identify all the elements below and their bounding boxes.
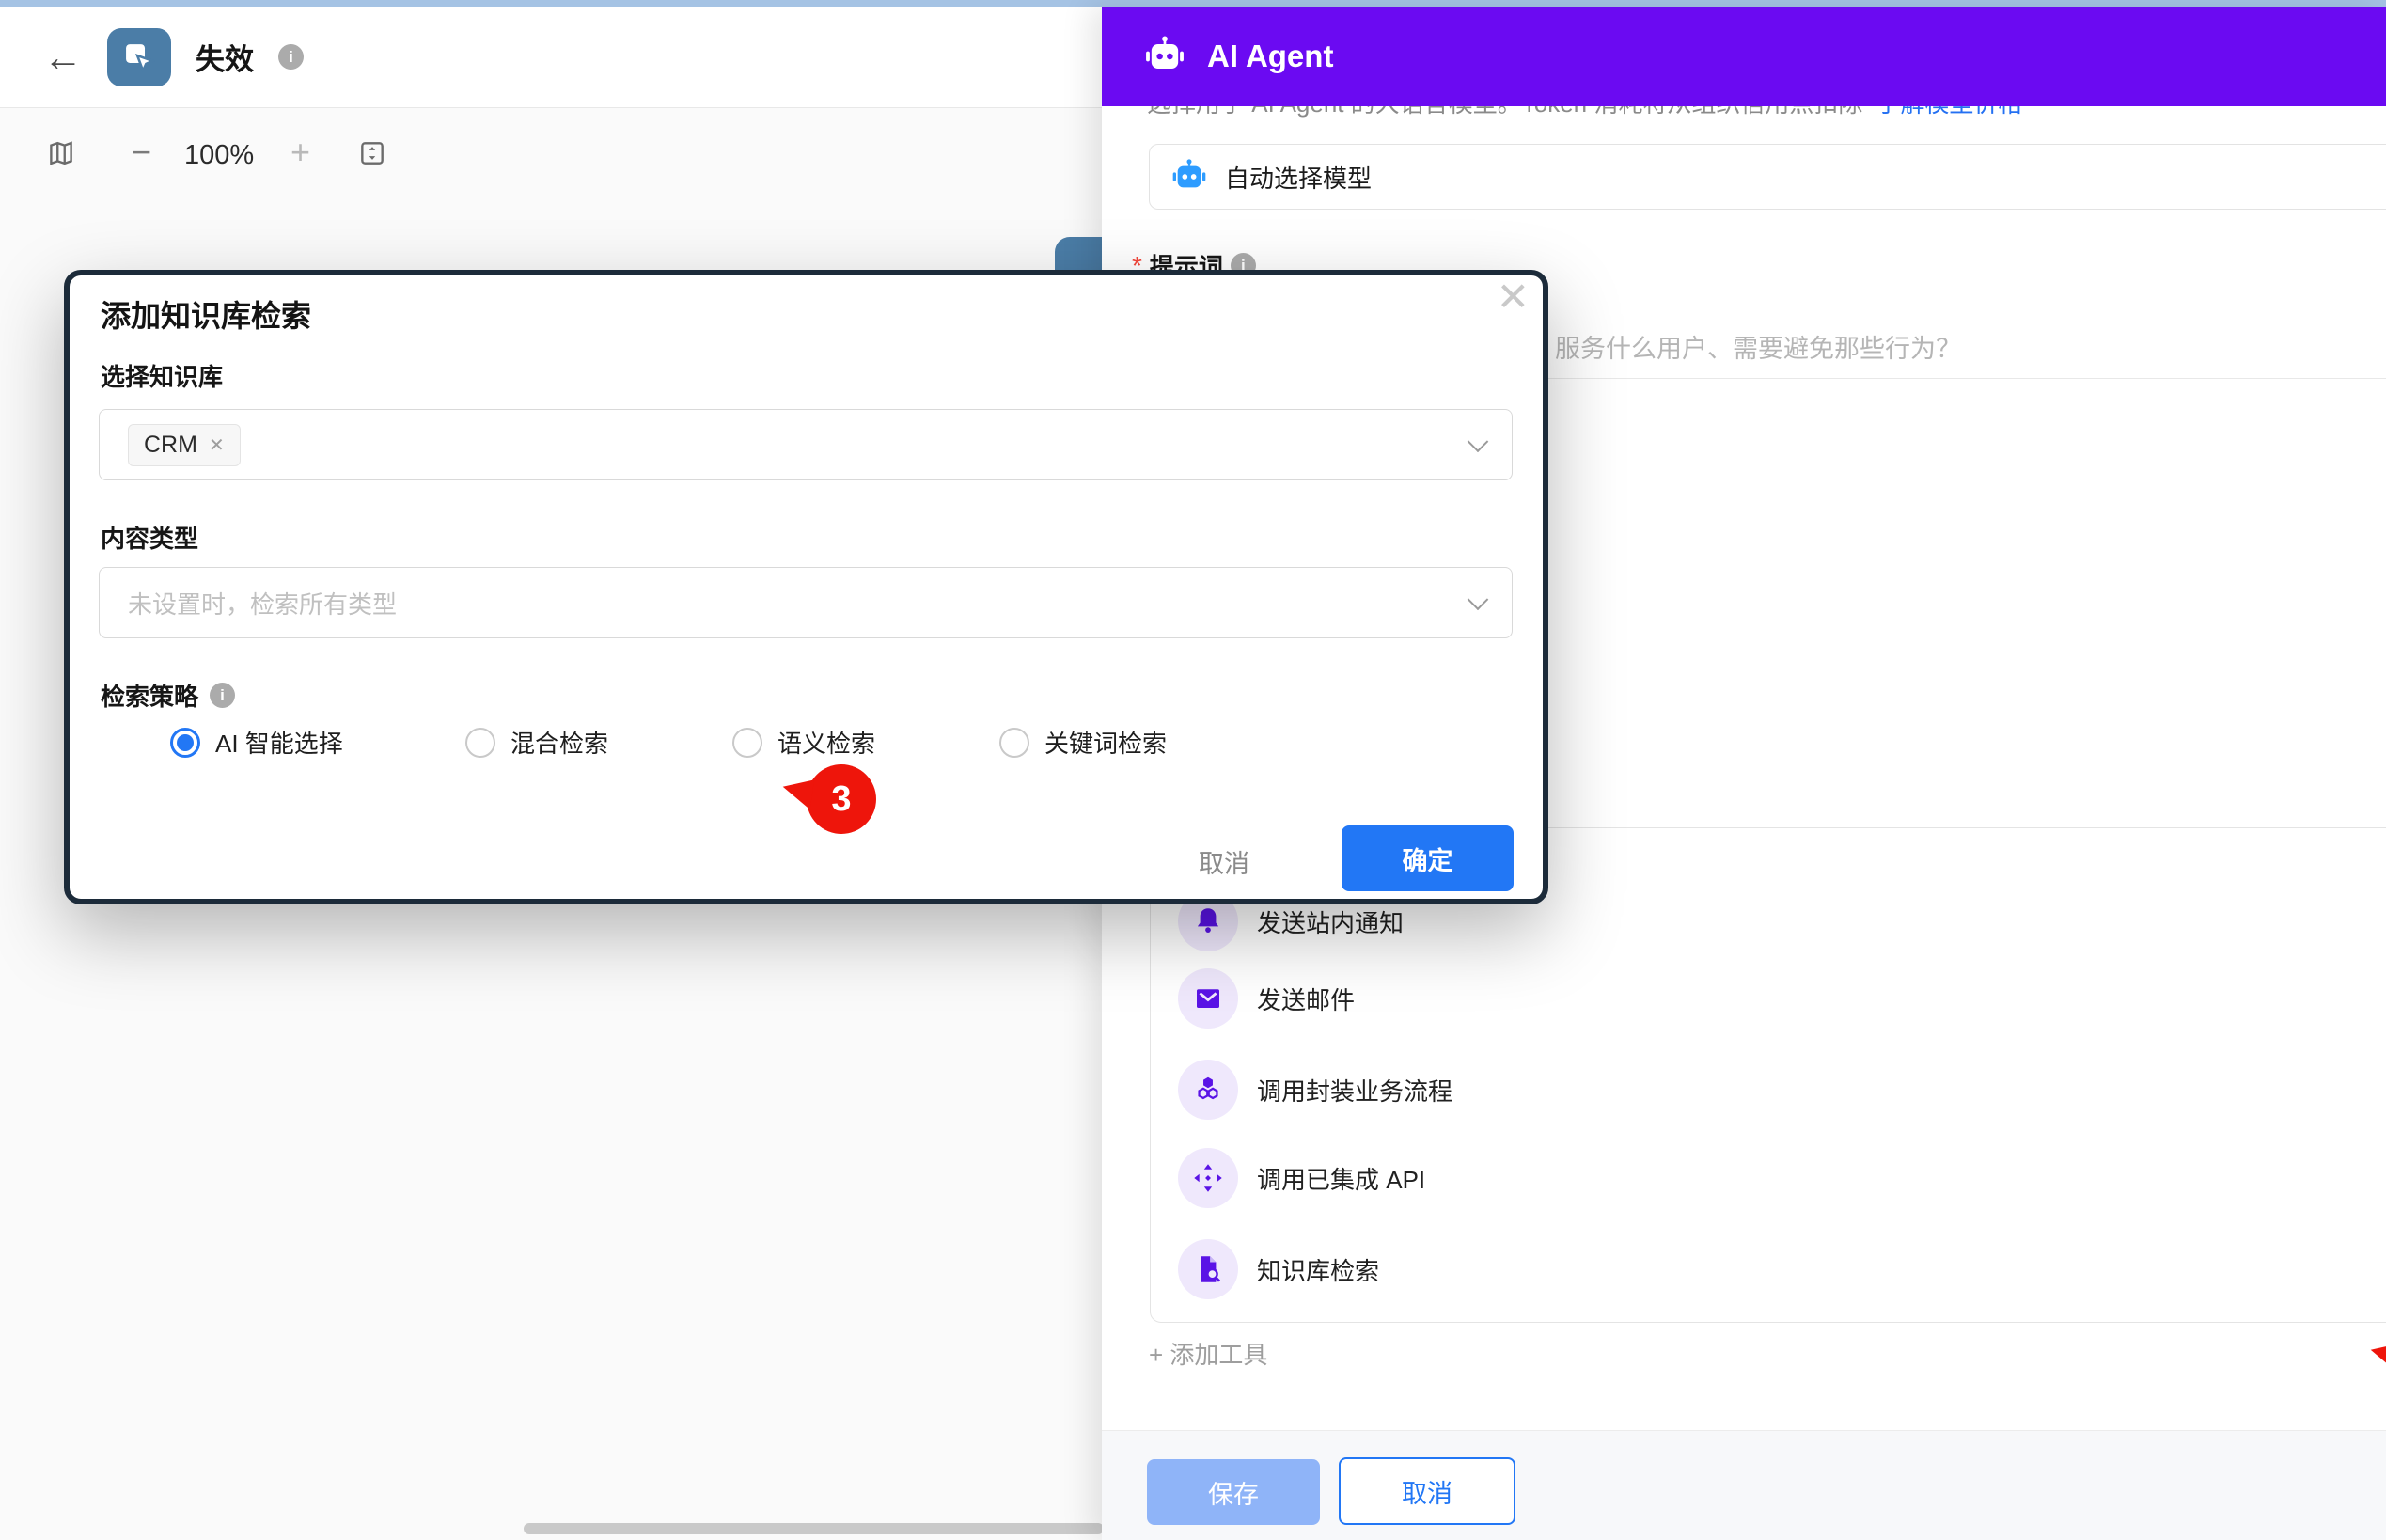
workflow-icon <box>1178 1060 1238 1120</box>
canvas-toolbar: 100% <box>0 108 1102 183</box>
radio-hybrid[interactable]: 混合检索 <box>465 725 608 760</box>
tool-label: 调用封装业务流程 <box>1257 1073 1452 1108</box>
api-move-icon <box>1178 1148 1238 1208</box>
tool-row-email[interactable]: 发送邮件 <box>1178 968 1355 1029</box>
robot-icon <box>1170 158 1208 196</box>
prompt-placeholder: 服务什么用户、需要避免那些行为？ <box>1555 328 1961 365</box>
page-title: 失效 <box>196 36 254 78</box>
zoom-in-button[interactable] <box>290 138 310 166</box>
screen: ← 失效 100% <box>0 0 2386 1540</box>
tool-row-knowledge[interactable]: 知识库检索 <box>1178 1239 1379 1299</box>
dialog-title: 添加知识库检索 <box>101 292 311 336</box>
strategy-label-row: 检索策略 <box>101 678 235 713</box>
cursor-click-icon <box>121 39 157 75</box>
radio-ai-smart[interactable]: AI 智能选择 <box>170 725 343 760</box>
back-button[interactable]: ← <box>43 38 83 77</box>
close-icon[interactable]: ✕ <box>1497 275 1530 319</box>
panel-footer: 保存 取消 <box>1102 1430 2386 1540</box>
radio-label: 混合检索 <box>510 725 608 760</box>
radio-label: 关键词检索 <box>1044 725 1167 760</box>
strategy-info-icon[interactable] <box>210 683 235 708</box>
title-info-icon[interactable] <box>278 44 304 70</box>
mail-icon <box>1178 968 1238 1029</box>
radio-label: AI 智能选择 <box>215 725 343 760</box>
radio-label: 语义检索 <box>777 725 875 760</box>
radio-icon[interactable] <box>732 728 762 758</box>
tool-row-api[interactable]: 调用已集成 API <box>1178 1148 1425 1208</box>
fit-view-icon[interactable] <box>357 138 387 168</box>
panel-cancel-button[interactable]: 取消 <box>1339 1457 1515 1525</box>
radio-keyword[interactable]: 关键词检索 <box>999 725 1167 760</box>
tool-label: 调用已集成 API <box>1257 1161 1425 1196</box>
window-top-strip <box>0 0 2386 7</box>
node-type-icon <box>107 28 171 86</box>
strategy-options: AI 智能选择 混合检索 语义检索 关键词检索 <box>70 725 1543 762</box>
save-button[interactable]: 保存 <box>1147 1459 1320 1525</box>
zoom-level: 100% <box>184 140 254 171</box>
minimap-icon[interactable] <box>47 138 75 168</box>
radio-icon[interactable] <box>170 728 200 758</box>
radio-semantic[interactable]: 语义检索 <box>732 725 875 760</box>
dialog-confirm-button[interactable]: 确定 <box>1342 825 1514 891</box>
content-type-select[interactable]: 未设置时，检索所有类型 <box>99 567 1513 638</box>
content-type-placeholder: 未设置时，检索所有类型 <box>128 586 397 621</box>
radio-icon[interactable] <box>465 728 495 758</box>
zoom-out-button[interactable] <box>132 138 151 166</box>
tool-label: 知识库检索 <box>1257 1252 1379 1287</box>
dialog-cancel-button[interactable]: 取消 <box>1179 843 1269 880</box>
kb-select[interactable]: CRM <box>99 409 1513 480</box>
strategy-label: 检索策略 <box>101 678 198 713</box>
add-knowledge-retrieval-dialog: ✕ 添加知识库检索 选择知识库 CRM 内容类型 未设置时，检索所有类型 检索策… <box>64 270 1548 904</box>
kb-select-label: 选择知识库 <box>101 358 223 393</box>
tool-row-workflow[interactable]: 调用封装业务流程 <box>1178 1060 1452 1120</box>
knowledge-search-icon <box>1178 1239 1238 1299</box>
model-select[interactable]: 自动选择模型 <box>1149 144 2386 210</box>
content-type-label: 内容类型 <box>101 520 198 555</box>
radio-icon[interactable] <box>999 728 1029 758</box>
tag-remove-icon[interactable] <box>209 433 225 457</box>
chevron-down-icon <box>1468 589 1489 610</box>
model-option-label: 自动选择模型 <box>1225 160 1372 195</box>
add-tool-button[interactable]: + 添加工具 <box>1149 1336 1267 1371</box>
panel-header: AI Agent <box>1102 7 2386 106</box>
horizontal-scrollbar[interactable] <box>524 1523 1104 1534</box>
step-badge-3: 3 <box>807 764 876 834</box>
chevron-down-icon <box>1468 431 1489 452</box>
app-header: ← 失效 <box>0 7 1102 108</box>
tool-label: 发送站内通知 <box>1257 904 1404 939</box>
robot-icon <box>1143 35 1186 78</box>
kb-tag: CRM <box>128 424 241 466</box>
panel-title: AI Agent <box>1207 39 1333 74</box>
tool-label: 发送邮件 <box>1257 982 1355 1016</box>
kb-tag-label: CRM <box>144 432 197 459</box>
